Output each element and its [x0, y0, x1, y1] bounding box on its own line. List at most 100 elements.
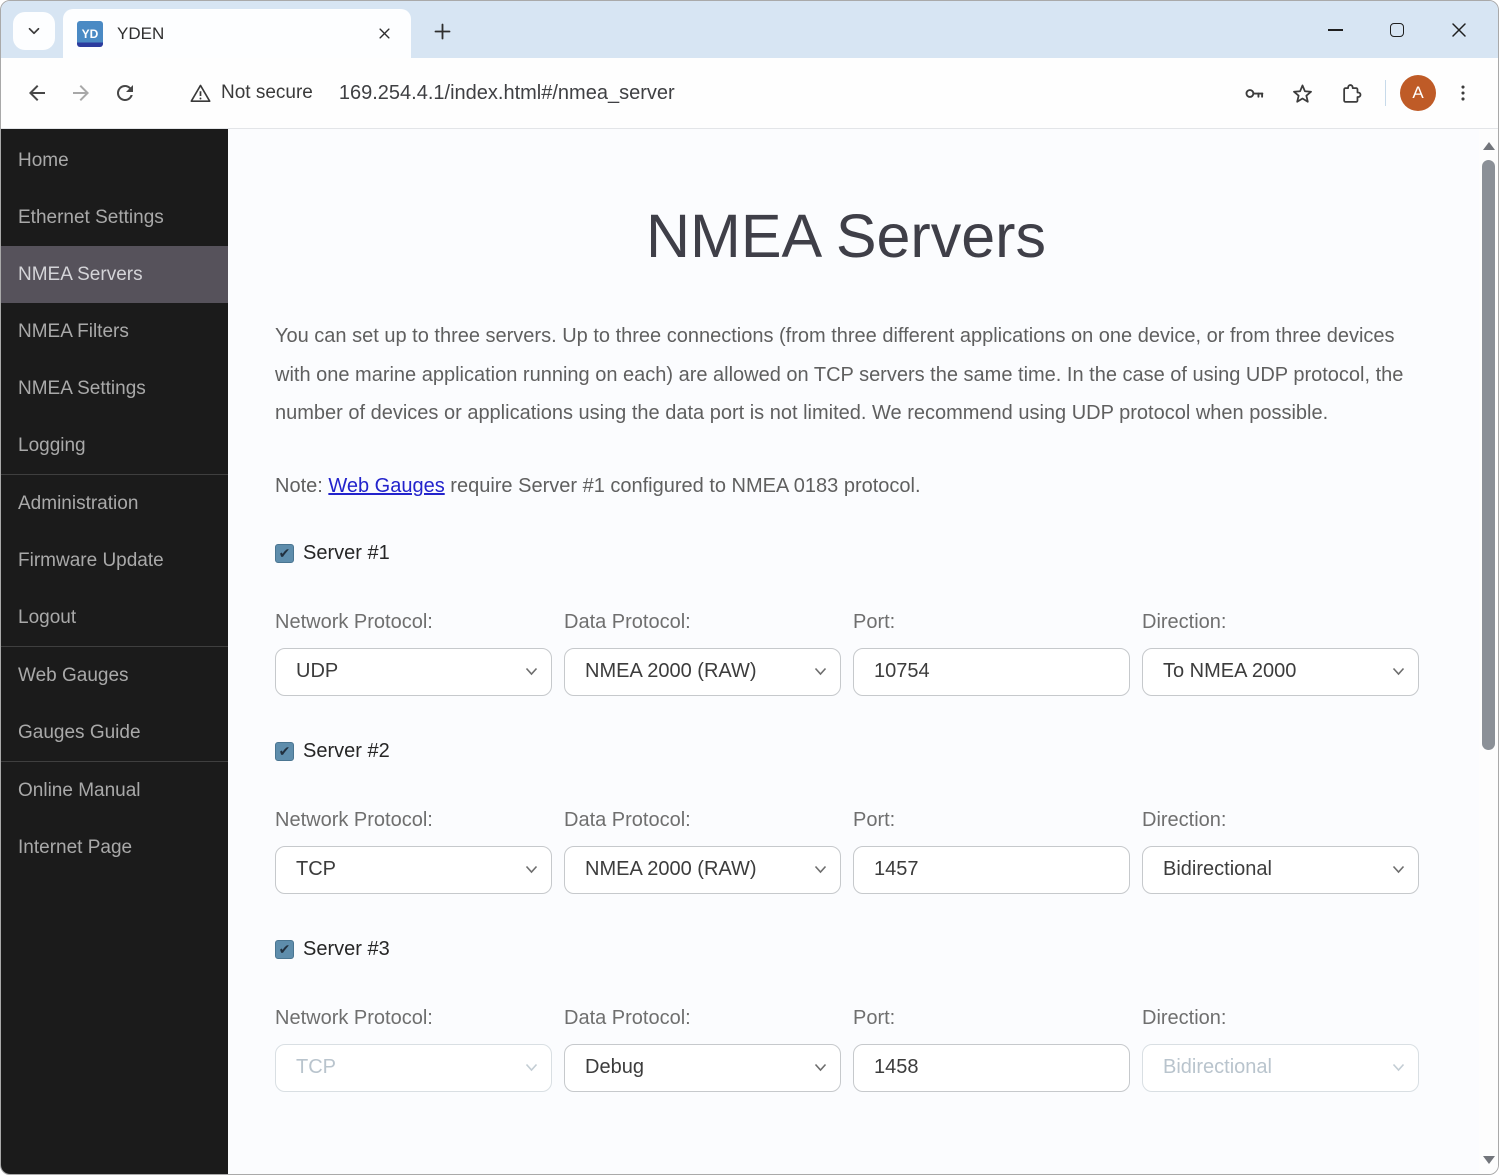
bookmark-button[interactable] [1281, 72, 1323, 114]
server-1-direction-select[interactable]: To NMEA 2000 [1142, 647, 1419, 696]
server-2-section: Server #2 Network Protocol: Data Protoco… [275, 740, 1419, 894]
server-1-section: Server #1 Network Protocol: Data Protoco… [275, 541, 1419, 696]
server-2-direction-select[interactable]: Bidirectional [1142, 845, 1419, 894]
selected-value: NMEA 2000 (RAW) [585, 660, 757, 682]
chevron-down-icon [814, 1045, 827, 1091]
password-manager-button[interactable] [1233, 72, 1275, 114]
server-2-port-input[interactable] [874, 858, 1109, 881]
scroll-down-button[interactable] [1479, 1151, 1498, 1168]
tab-close-button[interactable] [371, 21, 397, 47]
new-tab-button[interactable] [425, 15, 459, 47]
data-protocol-label: Data Protocol: [564, 610, 691, 633]
server-3-header: Server #3 [275, 938, 1417, 961]
sidebar-item-nmea-filters[interactable]: NMEA Filters [1, 303, 228, 360]
scrollbar-thumb[interactable] [1482, 160, 1495, 750]
server-1-label: Server #1 [303, 541, 390, 564]
browser-window: YD YDEN Not secure 169.254.4.1/index.htm… [0, 0, 1499, 1175]
selected-value: NMEA 2000 (RAW) [585, 858, 757, 880]
browser-menu-button[interactable] [1442, 72, 1484, 114]
browser-tab[interactable]: YD YDEN [63, 9, 411, 58]
sidebar-item-nmea-settings[interactable]: NMEA Settings [1, 360, 228, 417]
server-2-header: Server #2 [275, 740, 1417, 763]
server-1-port-input[interactable] [874, 660, 1109, 683]
chevron-down-icon [814, 649, 827, 695]
server-3-label: Server #3 [303, 937, 390, 960]
sidebar-item-internet-page[interactable]: Internet Page [1, 819, 228, 876]
server-3-direction-select: Bidirectional [1142, 1043, 1419, 1092]
plus-icon [432, 21, 453, 42]
address-bar[interactable]: 169.254.4.1/index.html#/nmea_server [339, 82, 1233, 105]
direction-label: Direction: [1142, 1006, 1227, 1029]
tab-search-button[interactable] [13, 12, 55, 50]
server-2-port-field [853, 845, 1130, 894]
server-2-field-labels: Network Protocol: Data Protocol: Port: D… [275, 809, 1417, 832]
server-3-port-field [853, 1043, 1130, 1092]
sidebar-item-web-gauges[interactable]: Web Gauges [1, 647, 228, 704]
server-3-port-input[interactable] [874, 1056, 1109, 1079]
scroll-up-button[interactable] [1479, 137, 1498, 154]
tab-title: YDEN [117, 23, 165, 43]
server-1-fields: UDP NMEA 2000 (RAW) To NMEA 2000 [275, 647, 1419, 696]
server-1-data-protocol-select[interactable]: NMEA 2000 (RAW) [564, 647, 841, 696]
network-protocol-label: Network Protocol: [275, 808, 433, 831]
chevron-down-icon [25, 22, 43, 40]
yden-favicon-icon: YD [77, 20, 103, 47]
server-1-checkbox[interactable] [275, 543, 294, 563]
arrow-forward-icon [69, 81, 93, 105]
sidebar-item-administration[interactable]: Administration [1, 475, 228, 532]
sidebar-item-nmea-servers[interactable]: NMEA Servers [1, 246, 228, 303]
server-2-network-protocol-select[interactable]: TCP [275, 845, 552, 894]
port-label: Port: [853, 808, 896, 831]
server-3-fields: TCP Debug Bidirectional [275, 1043, 1419, 1092]
note-prefix: Note: [275, 474, 329, 497]
page-scrollbar [1479, 129, 1498, 1174]
server-2-fields: TCP NMEA 2000 (RAW) Bidirectional [275, 845, 1419, 894]
tab-strip: YD YDEN [1, 1, 1498, 58]
maximize-icon [1390, 22, 1404, 37]
close-icon [1450, 21, 1468, 39]
note-suffix: require Server #1 configured to NMEA 018… [444, 474, 921, 497]
sidebar-item-logout[interactable]: Logout [1, 589, 228, 646]
direction-label: Direction: [1142, 610, 1227, 633]
intro-paragraph: You can set up to three servers. Up to t… [275, 325, 1404, 424]
sidebar-item-ethernet-settings[interactable]: Ethernet Settings [1, 189, 228, 246]
minimize-icon [1327, 28, 1343, 31]
toolbar-actions: A [1233, 72, 1484, 114]
server-2-checkbox[interactable] [275, 741, 294, 761]
triangle-down-icon [1482, 1155, 1495, 1164]
toolbar-divider [1385, 80, 1386, 106]
sidebar-item-home[interactable]: Home [1, 132, 228, 189]
server-3-section: Server #3 Network Protocol: Data Protoco… [275, 938, 1419, 1092]
sidebar-nav: Home Ethernet Settings NMEA Servers NMEA… [1, 129, 228, 1174]
key-icon [1242, 81, 1267, 106]
data-protocol-label: Data Protocol: [564, 808, 691, 831]
selected-value: UDP [296, 660, 339, 682]
reload-button[interactable] [103, 71, 147, 115]
selected-value: To NMEA 2000 [1163, 660, 1297, 682]
puzzle-icon [1338, 81, 1363, 106]
data-protocol-label: Data Protocol: [564, 1006, 691, 1029]
server-3-data-protocol-select[interactable]: Debug [564, 1043, 841, 1092]
sidebar-item-firmware-update[interactable]: Firmware Update [1, 532, 228, 589]
selected-value: Bidirectional [1163, 1056, 1272, 1078]
server-3-checkbox[interactable] [275, 939, 294, 959]
direction-label: Direction: [1142, 808, 1227, 831]
forward-button[interactable] [59, 71, 103, 115]
web-gauges-link[interactable]: Web Gauges [328, 475, 444, 497]
back-button[interactable] [15, 71, 59, 115]
extensions-button[interactable] [1329, 72, 1371, 114]
minimize-button[interactable] [1304, 7, 1366, 53]
sidebar-item-logging[interactable]: Logging [1, 417, 228, 474]
server-2-data-protocol-select[interactable]: NMEA 2000 (RAW) [564, 845, 841, 894]
server-1-network-protocol-select[interactable]: UDP [275, 647, 552, 696]
close-window-button[interactable] [1428, 7, 1490, 53]
chevron-down-icon [1392, 847, 1405, 893]
arrow-back-icon [25, 81, 49, 105]
server-3-field-labels: Network Protocol: Data Protocol: Port: D… [275, 1007, 1417, 1030]
profile-avatar[interactable]: A [1400, 75, 1436, 111]
sidebar-item-gauges-guide[interactable]: Gauges Guide [1, 704, 228, 761]
maximize-button[interactable] [1366, 7, 1428, 53]
note-paragraph: Note: Web Gauges require Server #1 confi… [275, 475, 1417, 498]
site-security-chip[interactable]: Not secure [189, 82, 313, 105]
sidebar-item-online-manual[interactable]: Online Manual [1, 762, 228, 819]
